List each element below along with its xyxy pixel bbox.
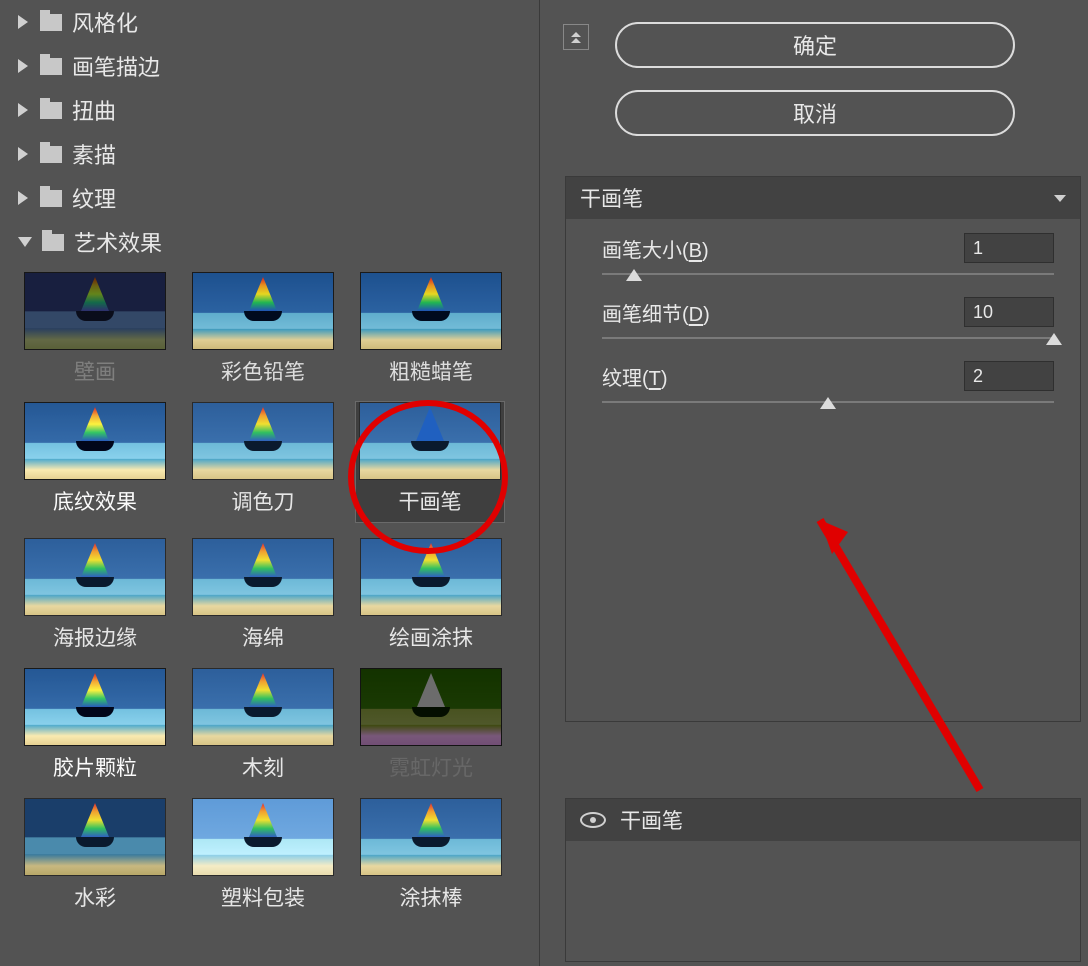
chevron-right-icon <box>18 103 28 117</box>
category-label: 扭曲 <box>72 94 116 126</box>
folder-icon <box>40 146 62 163</box>
button-label: 确定 <box>793 29 837 61</box>
folder-icon <box>40 102 62 119</box>
thumb-caption: 底纹效果 <box>20 486 170 516</box>
filter-thumb-dry-brush[interactable]: 干画笔 <box>355 401 505 523</box>
brush-size-slider[interactable] <box>602 273 1054 275</box>
filter-thumb-sponge[interactable]: 海绵 <box>188 538 338 652</box>
filter-thumb-rough-pastels[interactable]: 粗糙蜡笔 <box>356 272 506 386</box>
thumb-caption: 粗糙蜡笔 <box>356 356 506 386</box>
cancel-button[interactable]: 取消 <box>615 90 1015 136</box>
thumb-caption: 塑料包装 <box>188 882 338 912</box>
current-filter-name: 干画笔 <box>580 183 643 213</box>
button-label: 取消 <box>793 97 837 129</box>
texture-input[interactable] <box>964 361 1054 391</box>
category-label: 纹理 <box>72 182 116 214</box>
category-label: 艺术效果 <box>74 226 162 258</box>
chevron-right-icon <box>18 59 28 73</box>
thumb-caption: 胶片颗粒 <box>20 752 170 782</box>
filter-thumb-smudge-stick[interactable]: 涂抹棒 <box>356 798 506 912</box>
folder-icon <box>40 190 62 207</box>
thumb-caption: 霓虹灯光 <box>356 752 506 782</box>
brush-size-input[interactable] <box>964 233 1054 263</box>
applied-filter-row[interactable]: 干画笔 <box>566 799 1080 841</box>
chevron-right-icon <box>18 147 28 161</box>
filter-thumb-watercolor[interactable]: 水彩 <box>20 798 170 912</box>
filter-thumb-poster-edges[interactable]: 海报边缘 <box>20 538 170 652</box>
category-sketch[interactable]: 素描 <box>0 132 539 176</box>
brush-detail-label: 画笔细节(D) <box>602 298 710 327</box>
texture-label: 纹理(T) <box>602 362 668 391</box>
chevrons-up-icon <box>571 38 581 43</box>
filter-thumb-colored-pencil[interactable]: 彩色铅笔 <box>188 272 338 386</box>
ok-button[interactable]: 确定 <box>615 22 1015 68</box>
brush-detail-input[interactable] <box>964 297 1054 327</box>
thumb-caption: 海报边缘 <box>20 622 170 652</box>
chevron-down-icon <box>1054 195 1066 202</box>
category-label: 素描 <box>72 138 116 170</box>
filter-thumb-neon-glow[interactable]: 霓虹灯光 <box>356 668 506 782</box>
filter-gallery-panel: 风格化 画笔描边 扭曲 素描 纹理 艺术效果 壁画 彩色铅笔 <box>0 0 540 966</box>
filter-thumb-film-grain[interactable]: 胶片颗粒 <box>20 668 170 782</box>
slider-thumb-icon[interactable] <box>626 269 642 281</box>
folder-icon <box>40 14 62 31</box>
filter-thumb-cutout[interactable]: 木刻 <box>188 668 338 782</box>
texture-row: 纹理(T) <box>566 347 1080 391</box>
folder-icon <box>40 58 62 75</box>
filter-settings-panel: 确定 取消 干画笔 画笔大小(B) 画笔细节(D) 纹理(T) <box>555 0 1085 966</box>
collapse-button[interactable] <box>563 24 589 50</box>
chevron-right-icon <box>18 15 28 29</box>
visibility-eye-icon[interactable] <box>580 812 606 828</box>
filter-settings-block: 干画笔 画笔大小(B) 画笔细节(D) 纹理(T) <box>565 176 1081 722</box>
filter-thumb-underpainting[interactable]: 底纹效果 <box>20 402 170 522</box>
category-distort[interactable]: 扭曲 <box>0 88 539 132</box>
thumb-caption: 涂抹棒 <box>356 882 506 912</box>
brush-detail-row: 画笔细节(D) <box>566 283 1080 327</box>
category-brush-strokes[interactable]: 画笔描边 <box>0 44 539 88</box>
category-stylize[interactable]: 风格化 <box>0 0 539 44</box>
filter-selector-dropdown[interactable]: 干画笔 <box>566 177 1080 219</box>
category-label: 画笔描边 <box>72 50 160 82</box>
thumb-caption: 水彩 <box>20 882 170 912</box>
category-artistic[interactable]: 艺术效果 <box>0 220 539 264</box>
brush-detail-slider[interactable] <box>602 337 1054 339</box>
category-label: 风格化 <box>72 6 138 38</box>
thumb-caption: 干画笔 <box>356 486 504 516</box>
filter-thumb-palette-knife[interactable]: 调色刀 <box>188 402 338 522</box>
thumb-caption: 壁画 <box>20 356 170 386</box>
texture-slider[interactable] <box>602 401 1054 403</box>
folder-icon <box>42 234 64 251</box>
chevron-right-icon <box>18 191 28 205</box>
applied-filter-name: 干画笔 <box>620 805 683 835</box>
thumb-caption: 海绵 <box>188 622 338 652</box>
chevron-down-icon <box>18 237 32 247</box>
chevrons-up-icon <box>571 32 581 37</box>
filter-thumbnail-grid: 壁画 彩色铅笔 粗糙蜡笔 底纹效果 调色刀 干画笔 海报边缘 海绵 <box>0 264 539 912</box>
thumb-caption: 木刻 <box>188 752 338 782</box>
filter-thumb-paint-daubs[interactable]: 绘画涂抹 <box>356 538 506 652</box>
filter-thumb-plastic-wrap[interactable]: 塑料包装 <box>188 798 338 912</box>
slider-thumb-icon[interactable] <box>1046 333 1062 345</box>
slider-thumb-icon[interactable] <box>820 397 836 409</box>
category-texture[interactable]: 纹理 <box>0 176 539 220</box>
filter-thumb-fresco[interactable]: 壁画 <box>20 272 170 386</box>
thumb-caption: 绘画涂抹 <box>356 622 506 652</box>
thumb-caption: 彩色铅笔 <box>188 356 338 386</box>
thumb-caption: 调色刀 <box>188 486 338 516</box>
brush-size-label: 画笔大小(B) <box>602 234 709 263</box>
applied-filters-block: 干画笔 <box>565 798 1081 962</box>
brush-size-row: 画笔大小(B) <box>566 219 1080 263</box>
